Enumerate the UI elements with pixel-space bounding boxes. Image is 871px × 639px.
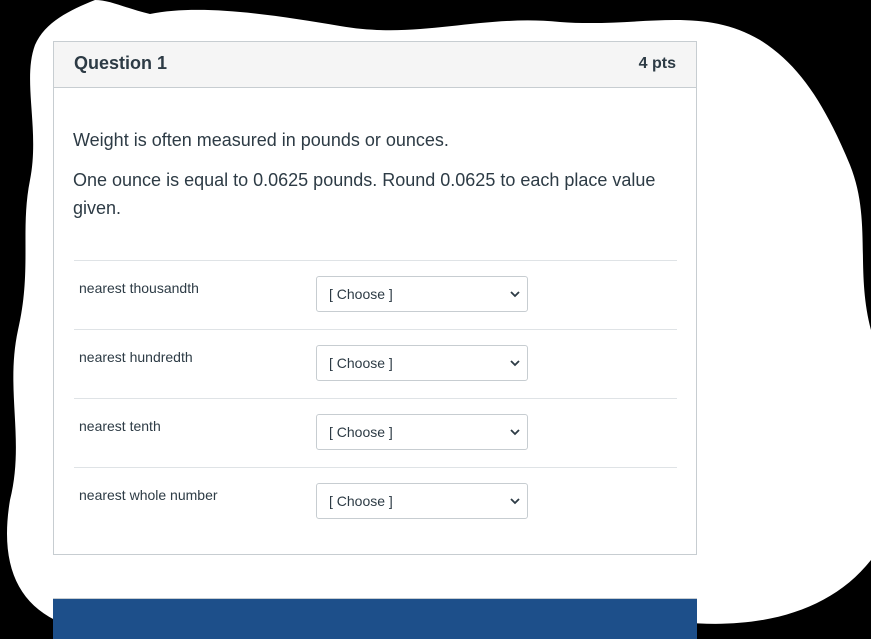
question-title: Question 1 [74, 53, 168, 73]
answer-list: nearest thousandth [ Choose ] nearest hu… [74, 260, 677, 536]
chevron-down-icon [510, 429, 520, 436]
question-points: 4 pts [638, 55, 676, 72]
select-value: [ Choose ] [329, 493, 393, 509]
answer-select-thousandth[interactable]: [ Choose ] [316, 276, 528, 312]
answer-row-hundredth: nearest hundredth [ Choose ] [74, 330, 677, 399]
question-text-intro: Weight is often measured in pounds or ou… [73, 130, 449, 150]
question-text-instructions: One ounce is equal to 0.0625 pounds. Rou… [73, 170, 656, 218]
answer-row-whole-number: nearest whole number [ Choose ] [74, 468, 677, 536]
select-value: [ Choose ] [329, 286, 393, 302]
answer-label: nearest hundredth [79, 349, 193, 365]
answer-label: nearest whole number [79, 487, 218, 503]
answer-label: nearest thousandth [79, 280, 199, 296]
answer-row-tenth: nearest tenth [ Choose ] [74, 399, 677, 468]
chevron-down-icon [510, 360, 520, 367]
question-header: Question 1 4 pts [54, 42, 696, 88]
answer-select-whole-number[interactable]: [ Choose ] [316, 483, 528, 519]
chevron-down-icon [510, 498, 520, 505]
select-value: [ Choose ] [329, 355, 393, 371]
select-value: [ Choose ] [329, 424, 393, 440]
answer-select-tenth[interactable]: [ Choose ] [316, 414, 528, 450]
chevron-down-icon [510, 291, 520, 298]
question-body: Weight is often measured in pounds or ou… [73, 126, 677, 222]
next-question-card-edge [53, 598, 697, 639]
answer-row-thousandth: nearest thousandth [ Choose ] [74, 261, 677, 330]
answer-label: nearest tenth [79, 418, 161, 434]
answer-select-hundredth[interactable]: [ Choose ] [316, 345, 528, 381]
